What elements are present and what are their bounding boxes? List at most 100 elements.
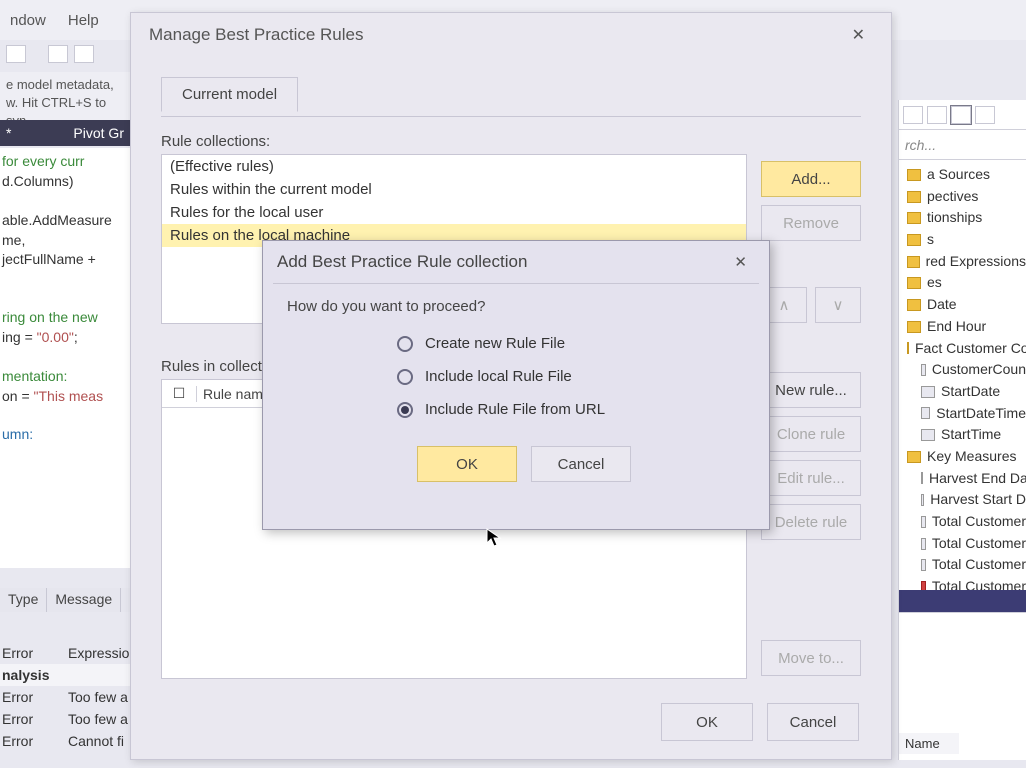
tree-item[interactable]: pectives xyxy=(903,186,1026,208)
collection-item[interactable]: Rules for the local user xyxy=(162,201,746,224)
delete-rule-button[interactable]: Delete rule xyxy=(761,504,861,540)
tree-item[interactable]: StartDateTime xyxy=(903,403,1026,425)
tree-item-label: Total Customer xyxy=(932,533,1026,555)
view-grid-icon[interactable] xyxy=(975,106,995,124)
model-explorer: rch... a Sourcespectivestionshipssred Ex… xyxy=(898,100,1026,760)
toolbar-btn[interactable] xyxy=(6,45,26,63)
message-row[interactable]: ErrorExpressio xyxy=(0,642,130,664)
tree-item-label: a Sources xyxy=(927,164,990,186)
tree-item[interactable]: Fact Customer Cou xyxy=(903,338,1026,360)
message-row[interactable]: ErrorCannot fi xyxy=(0,730,130,752)
document-tab[interactable]: * Pivot Gr xyxy=(0,120,130,146)
folder-icon xyxy=(907,169,921,181)
main-toolbar xyxy=(0,40,130,68)
option-include-url[interactable]: Include Rule File from URL xyxy=(397,401,745,418)
rules-checkbox-header[interactable]: ☐ xyxy=(162,385,196,402)
tree-item[interactable]: End Hour xyxy=(903,316,1026,338)
property-grid: Name xyxy=(899,612,1026,754)
tree-item[interactable]: Total Customer xyxy=(903,533,1026,555)
tree-item-label: pectives xyxy=(927,186,978,208)
tree-item[interactable]: Harvest End Da xyxy=(903,468,1026,490)
view-list-icon[interactable] xyxy=(951,106,971,124)
folder-icon xyxy=(907,212,921,224)
option-include-local[interactable]: Include local Rule File xyxy=(397,368,745,385)
tree-item[interactable]: Harvest Start D xyxy=(903,489,1026,511)
message-list-header: Type Message xyxy=(0,588,130,612)
tree-item-label: Date xyxy=(927,294,957,316)
tree-item[interactable]: a Sources xyxy=(903,164,1026,186)
close-icon[interactable]: ✕ xyxy=(726,251,755,273)
tree-item[interactable]: tionships xyxy=(903,207,1026,229)
doc-tab-pivot: Pivot Gr xyxy=(73,125,124,141)
tree-item-label: es xyxy=(927,272,942,294)
explorer-tree[interactable]: a Sourcespectivestionshipssred Expressio… xyxy=(899,160,1026,590)
message-section: nalysis xyxy=(0,664,130,686)
tab-current-model[interactable]: Current model xyxy=(161,77,298,112)
cancel-button[interactable]: Cancel xyxy=(531,446,631,482)
tree-item-label: Total Customer xyxy=(932,554,1026,576)
tree-item-label: tionships xyxy=(927,207,982,229)
radio-icon[interactable] xyxy=(397,402,413,418)
tree-item-label: s xyxy=(927,229,934,251)
ok-button[interactable]: OK xyxy=(417,446,517,482)
explorer-selection-bar xyxy=(899,590,1026,612)
remove-collection-button[interactable]: Remove xyxy=(761,205,861,241)
col-type: Type xyxy=(0,588,47,612)
tree-item[interactable]: Total Customer xyxy=(903,576,1026,590)
toolbar-btn[interactable] xyxy=(74,45,94,63)
menu-window[interactable]: ndow xyxy=(8,8,48,33)
message-row[interactable]: ErrorToo few a xyxy=(0,708,130,730)
new-rule-button[interactable]: New rule... xyxy=(761,372,861,408)
explorer-toolbar xyxy=(899,100,1026,130)
tree-item-label: Harvest End Da xyxy=(929,468,1026,490)
tree-item[interactable]: StartDate xyxy=(903,381,1026,403)
collection-item[interactable]: Rules within the current model xyxy=(162,178,746,201)
tree-item[interactable]: StartTime xyxy=(903,424,1026,446)
tree-item[interactable]: CustomerCoun xyxy=(903,359,1026,381)
radio-icon[interactable] xyxy=(397,369,413,385)
collection-item[interactable]: (Effective rules) xyxy=(162,155,746,178)
option-create-new[interactable]: Create new Rule File xyxy=(397,335,745,352)
option-label: Include local Rule File xyxy=(425,368,572,385)
dialog-cancel-button[interactable]: Cancel xyxy=(767,703,859,741)
tree-item-label: Total Customer xyxy=(932,511,1026,533)
message-row[interactable]: ErrorToo few a xyxy=(0,686,130,708)
tree-item[interactable]: red Expressions xyxy=(903,251,1026,273)
tree-item-label: StartDateTime xyxy=(936,403,1026,425)
add-collection-button[interactable]: Add... xyxy=(761,161,861,197)
edit-rule-button[interactable]: Edit rule... xyxy=(761,460,861,496)
message-list: ErrorExpressio nalysis ErrorToo few a Er… xyxy=(0,612,130,752)
clone-rule-button[interactable]: Clone rule xyxy=(761,416,861,452)
code-editor[interactable]: for every curr d.Columns) able.AddMeasur… xyxy=(0,148,130,568)
dialog-titlebar: Add Best Practice Rule collection ✕ xyxy=(263,241,769,283)
tree-item[interactable]: es xyxy=(903,272,1026,294)
tree-item[interactable]: Total Customer xyxy=(903,511,1026,533)
menu-help[interactable]: Help xyxy=(66,8,101,33)
view-cube-icon[interactable] xyxy=(903,106,923,124)
dialog-ok-button[interactable]: OK xyxy=(661,703,753,741)
tree-item[interactable]: Key Measures xyxy=(903,446,1026,468)
move-down-button[interactable]: ∨ xyxy=(815,287,861,323)
dialog-title: Manage Best Practice Rules xyxy=(149,25,364,45)
tree-item[interactable]: Date xyxy=(903,294,1026,316)
folder-icon xyxy=(907,451,921,463)
tree-item-label: Key Measures xyxy=(927,446,1016,468)
view-folder-icon[interactable] xyxy=(927,106,947,124)
folder-icon xyxy=(907,191,921,203)
option-label: Create new Rule File xyxy=(425,335,565,352)
folder-icon xyxy=(907,321,921,333)
column-icon xyxy=(921,559,926,571)
measure-icon xyxy=(921,581,926,590)
folder-icon xyxy=(907,234,921,246)
rule-collections-label: Rule collections: xyxy=(161,133,747,150)
toolbar-btn[interactable] xyxy=(48,45,68,63)
close-icon[interactable]: ✕ xyxy=(844,23,873,47)
tree-item[interactable]: Total Customer xyxy=(903,554,1026,576)
tree-item[interactable]: s xyxy=(903,229,1026,251)
radio-icon[interactable] xyxy=(397,336,413,352)
move-to-button[interactable]: Move to... xyxy=(761,640,861,676)
explorer-search[interactable]: rch... xyxy=(899,130,1026,160)
column-icon xyxy=(921,494,924,506)
dialog-tabs: Current model xyxy=(161,77,861,117)
column-icon xyxy=(921,364,926,376)
